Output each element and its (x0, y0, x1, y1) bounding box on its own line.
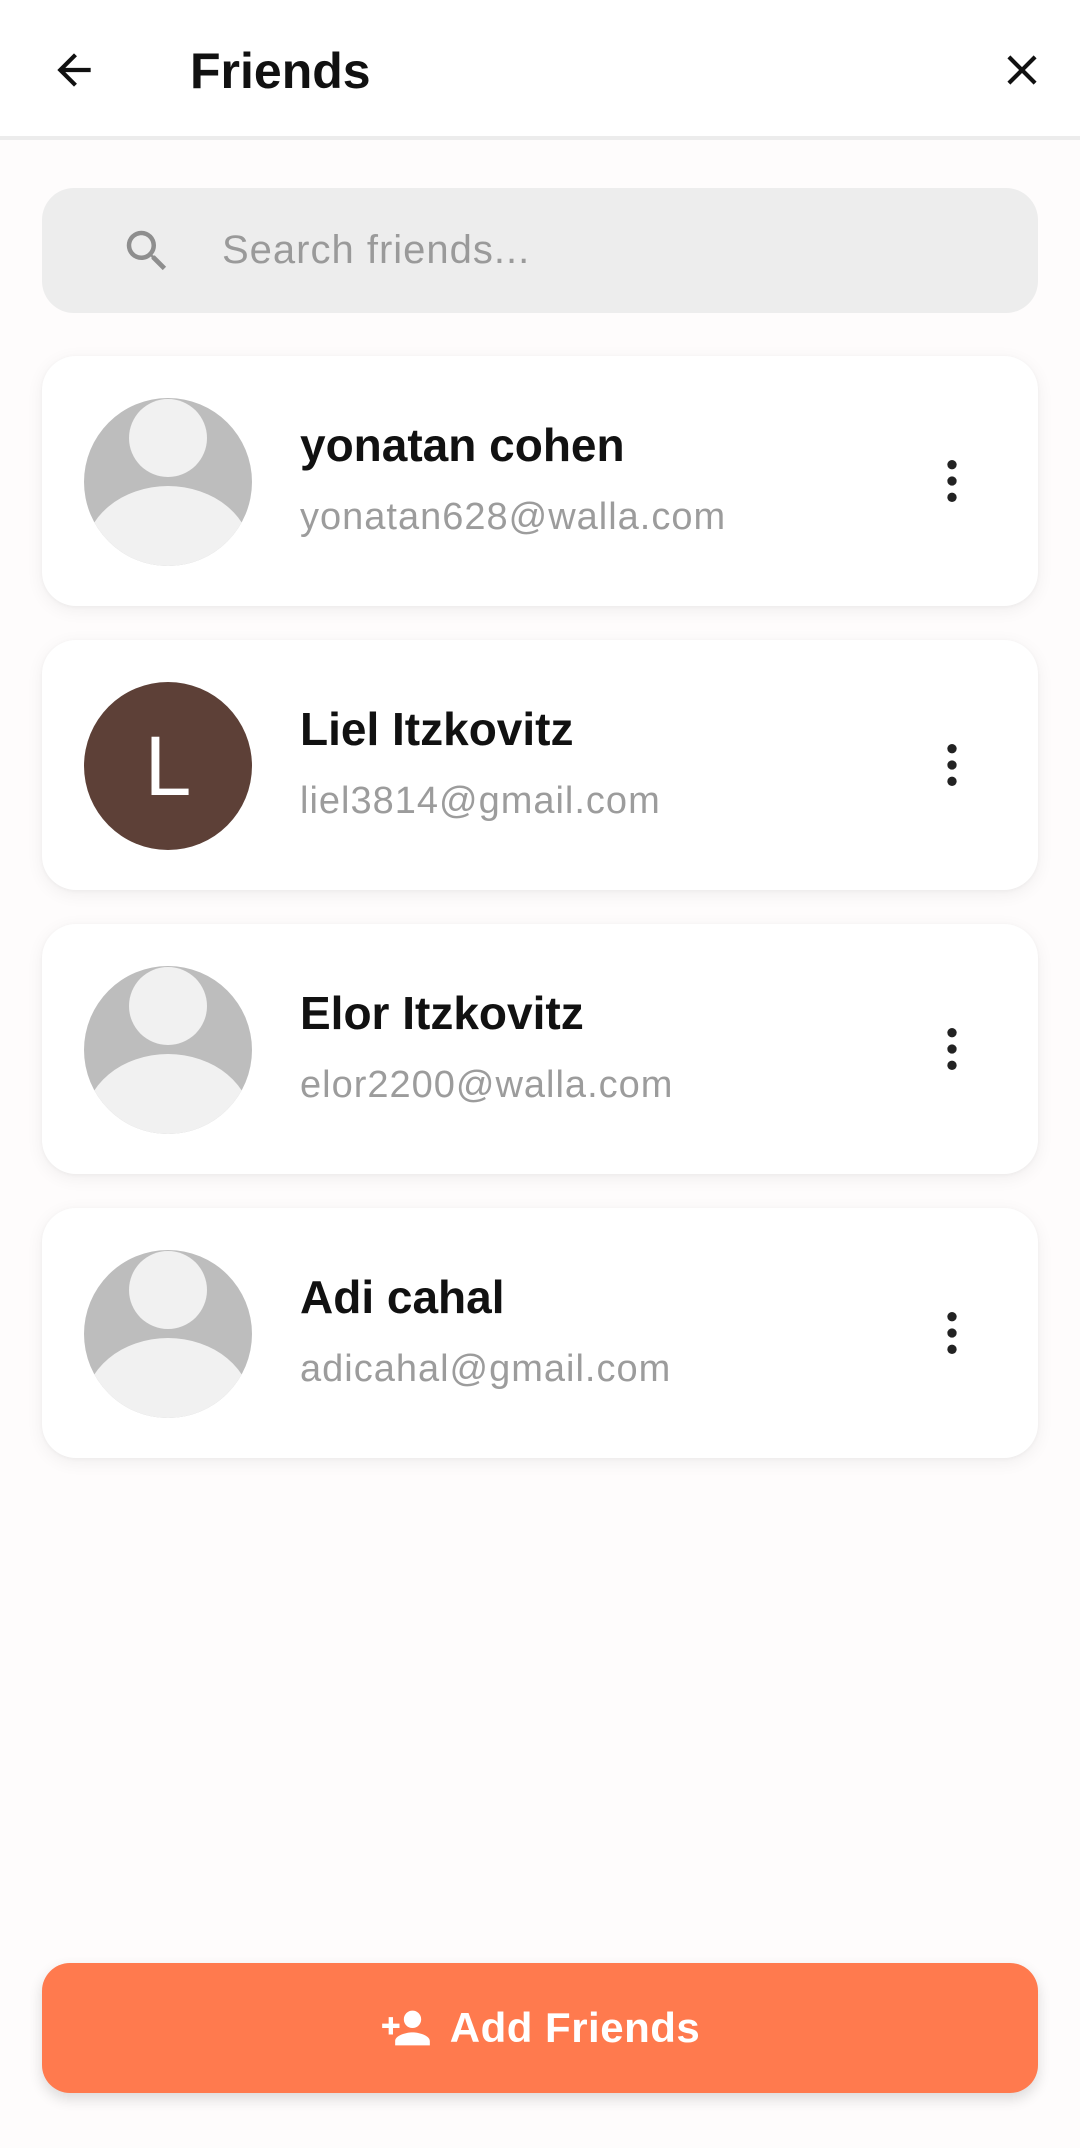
more-vert-icon (947, 744, 957, 786)
friend-card[interactable]: L Liel Itzkovitz liel3814@gmail.com (42, 640, 1038, 890)
more-options-button[interactable] (902, 431, 1002, 531)
default-avatar-icon (84, 398, 252, 566)
friend-email: elor2200@walla.com (300, 1064, 674, 1106)
friend-name: Liel Itzkovitz (300, 703, 574, 755)
friends-screen: Friends yonatan cohen yonatan628@walla.c… (0, 0, 1080, 2148)
friend-email: yonatan628@walla.com (300, 496, 727, 538)
default-avatar-icon (84, 1250, 252, 1418)
avatar (84, 398, 252, 566)
more-options-button[interactable] (902, 715, 1002, 815)
friend-card[interactable]: yonatan cohen yonatan628@walla.com (42, 356, 1038, 606)
avatar (84, 966, 252, 1134)
friend-card[interactable]: Elor Itzkovitz elor2200@walla.com (42, 924, 1038, 1174)
more-options-button[interactable] (902, 999, 1002, 1099)
friend-name: yonatan cohen (300, 419, 625, 471)
default-avatar-icon (84, 966, 252, 1134)
avatar (84, 1250, 252, 1418)
search-input[interactable] (222, 188, 1002, 313)
search-bar[interactable] (42, 188, 1038, 313)
page-title: Friends (190, 43, 371, 99)
more-options-button[interactable] (902, 1283, 1002, 1383)
avatar: L (84, 682, 252, 850)
friend-card[interactable]: Adi cahal adicahal@gmail.com (42, 1208, 1038, 1458)
friend-email: adicahal@gmail.com (300, 1348, 672, 1390)
add-friends-label: Add Friends (449, 2004, 701, 2051)
friend-name: Adi cahal (300, 1271, 505, 1323)
person-add-icon (381, 2010, 430, 2046)
more-vert-icon (947, 1028, 957, 1070)
friend-name: Elor Itzkovitz (300, 987, 584, 1039)
friend-email: liel3814@gmail.com (300, 780, 661, 822)
add-friends-button[interactable]: Add Friends (42, 1963, 1038, 2093)
app-bar: Friends (0, 0, 1080, 140)
more-vert-icon (947, 460, 957, 502)
close-icon (1007, 55, 1037, 85)
back-button[interactable] (38, 28, 110, 112)
more-vert-icon (947, 1312, 957, 1354)
arrow-left-icon (57, 53, 91, 87)
close-button[interactable] (986, 28, 1058, 112)
search-icon (126, 230, 167, 271)
